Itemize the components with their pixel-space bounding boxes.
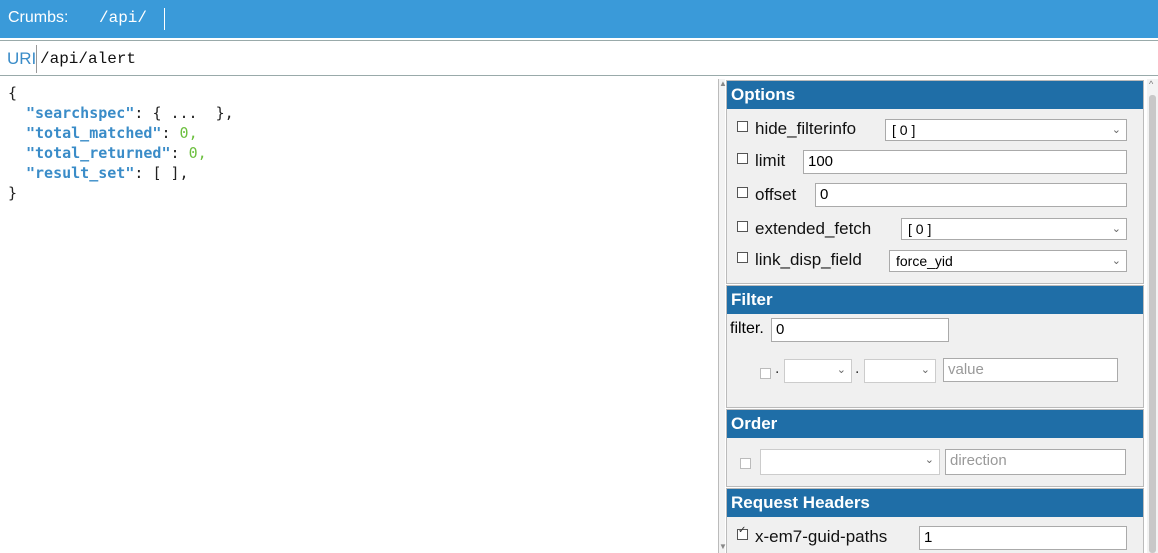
x-em7-guid-paths-input[interactable]: 1 <box>919 526 1127 550</box>
filter-field-select[interactable]: ⌄ <box>784 359 852 383</box>
filter-index-input[interactable]: 0 <box>771 318 949 342</box>
filter-panel: Filter filter. 0 . ⌄ . ⌄ value <box>726 285 1144 408</box>
x-em7-guid-paths-label: x-em7-guid-paths <box>755 527 888 546</box>
order-direction-input[interactable]: direction <box>945 449 1126 475</box>
option-limit: limit <box>737 151 785 175</box>
order-panel: Order ⌄ direction <box>726 409 1144 487</box>
filter-row-checkbox[interactable] <box>760 368 771 379</box>
link-disp-field-label: link_disp_field <box>755 250 862 269</box>
json-key: "result_set" <box>26 164 135 182</box>
uri-input[interactable]: /api/alert <box>36 45 1146 73</box>
option-hide-filterinfo: hide_filterinfo <box>737 119 856 143</box>
order-checkbox[interactable] <box>740 458 751 469</box>
offset-label: offset <box>755 185 797 204</box>
header-x-em7-guid-paths: x-em7-guid-paths <box>737 525 888 551</box>
json-line-total-matched: "total_matched": 0, <box>26 123 198 143</box>
offset-checkbox[interactable] <box>737 187 748 198</box>
json-open-brace: { <box>8 84 18 102</box>
json-key: "total_matched" <box>26 124 162 142</box>
uri-bar: URI /api/alert <box>0 40 1158 76</box>
filter-dot: . <box>775 360 780 377</box>
filter-dot: . <box>855 360 860 377</box>
json-value-total-returned: 0 <box>188 144 198 162</box>
filter-header: Filter <box>727 286 1143 314</box>
json-key: "total_returned" <box>26 144 171 162</box>
chevron-down-icon: ⌄ <box>920 364 930 376</box>
json-value-total-matched: 0 <box>179 124 189 142</box>
hide-filterinfo-value: [ 0 ] <box>892 122 916 138</box>
filter-value-input[interactable]: value <box>943 358 1118 382</box>
scrollbar-thumb[interactable] <box>1149 95 1156 553</box>
options-header: Options <box>727 81 1143 109</box>
order-header: Order <box>727 410 1143 438</box>
uri-label: URI <box>7 49 37 68</box>
option-extended-fetch: extended_fetch <box>737 219 871 243</box>
json-comma: , <box>188 124 198 142</box>
limit-checkbox[interactable] <box>737 153 748 164</box>
extended-fetch-label: extended_fetch <box>755 219 872 238</box>
json-line-result-set: "result_set": [ ], <box>26 163 189 183</box>
link-disp-field-checkbox[interactable] <box>737 252 748 263</box>
limit-label: limit <box>755 151 786 170</box>
option-offset: offset <box>737 185 796 209</box>
json-key: "searchspec" <box>26 104 135 122</box>
request-headers-header: Request Headers <box>727 489 1143 517</box>
hide-filterinfo-select[interactable]: [ 0 ] ⌄ <box>885 119 1127 141</box>
x-em7-guid-paths-checkbox[interactable] <box>737 525 748 540</box>
scroll-up-icon[interactable]: ^ <box>1149 79 1153 89</box>
json-comma: , <box>197 144 207 162</box>
crumbs-divider <box>164 8 165 30</box>
json-colon: : <box>170 144 189 162</box>
offset-input[interactable]: 0 <box>815 183 1127 207</box>
json-result-pane: { "searchspec": { ... }, "total_matched"… <box>0 79 719 553</box>
crumbs-label: Crumbs: <box>8 9 69 26</box>
link-disp-field-select[interactable]: force_yid ⌄ <box>889 250 1127 272</box>
json-colon: : <box>134 104 153 122</box>
limit-input[interactable]: 100 <box>803 150 1127 174</box>
panel-scrollbar[interactable]: ^ <box>1147 79 1158 553</box>
chevron-down-icon: ⌄ <box>836 364 846 376</box>
json-value-result-set: [ ], <box>152 164 189 182</box>
json-value-searchspec[interactable]: { ... }, <box>152 104 233 122</box>
hide-filterinfo-checkbox[interactable] <box>737 121 748 132</box>
extended-fetch-value: [ 0 ] <box>908 221 932 237</box>
option-link-disp-field: link_disp_field <box>737 250 862 274</box>
chevron-down-icon: ⌄ <box>1111 255 1121 267</box>
json-line-searchspec: "searchspec": { ... }, <box>26 103 234 123</box>
result-scrollbar[interactable]: ▲ ▼ <box>719 79 727 553</box>
link-disp-field-value: force_yid <box>896 253 953 269</box>
options-panel: Options hide_filterinfo [ 0 ] ⌄ limit 100… <box>726 80 1144 284</box>
order-field-select[interactable]: ⌄ <box>760 449 940 475</box>
json-line-total-returned: "total_returned": 0, <box>26 143 207 163</box>
json-colon: : <box>134 164 153 182</box>
json-colon: : <box>161 124 180 142</box>
hide-filterinfo-label: hide_filterinfo <box>755 119 857 138</box>
json-close-brace: } <box>8 184 18 202</box>
crumbs-bar: Crumbs: /api/ <box>0 0 1158 38</box>
extended-fetch-checkbox[interactable] <box>737 221 748 232</box>
chevron-down-icon: ⌄ <box>1111 223 1121 235</box>
chevron-down-icon: ⌄ <box>924 454 934 466</box>
crumb-api-link[interactable]: /api/ <box>99 9 147 27</box>
extended-fetch-select[interactable]: [ 0 ] ⌄ <box>901 218 1127 240</box>
chevron-down-icon: ⌄ <box>1111 124 1121 136</box>
filter-label: filter. <box>730 320 764 337</box>
request-headers-panel: Request Headers x-em7-guid-paths 1 <box>726 488 1144 553</box>
filter-operator-select[interactable]: ⌄ <box>864 359 936 383</box>
